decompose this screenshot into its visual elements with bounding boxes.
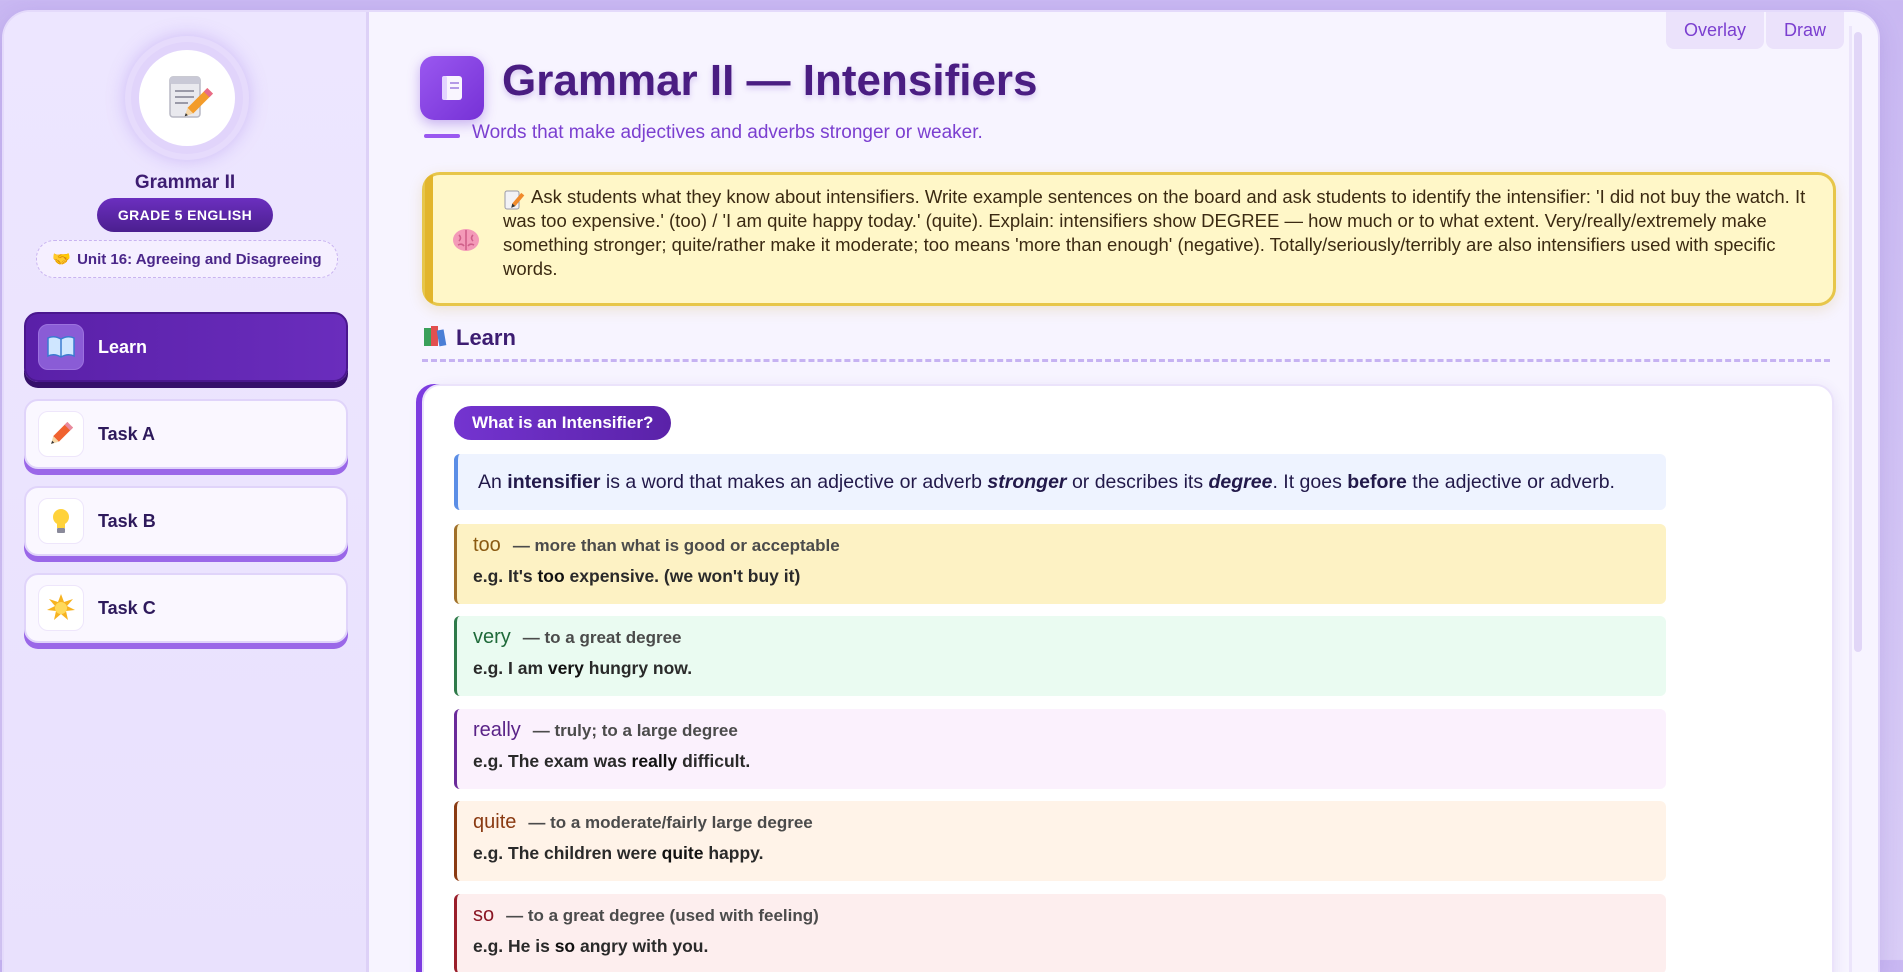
teacher-note: Ask students what they know about intens… (422, 172, 1836, 306)
draw-button[interactable]: Draw (1765, 12, 1844, 49)
definition-text: An intensifier is a word that makes an a… (478, 470, 1615, 493)
definition-box: An intensifier is a word that makes an a… (454, 454, 1666, 510)
intensifier-row-so: so — to a great degree (used with feeling… (454, 894, 1666, 972)
overlay-button[interactable]: Overlay (1665, 12, 1764, 49)
intensifier-row-very: very — to a great degree e.g. I am very h… (454, 616, 1666, 696)
intensifier-meaning: — more than what is good or acceptable (512, 536, 840, 555)
sidebar: Grammar II GRADE 5 ENGLISH 🤝 Unit 16: Ag… (4, 12, 369, 972)
learn-card: What is an Intensifier? An intensifier i… (422, 384, 1834, 972)
page-subtitle: Words that make adjectives and adverbs s… (472, 122, 983, 143)
section-title: Learn (456, 325, 516, 350)
intensifier-example: e.g. He is so angry with you. (473, 936, 709, 956)
main-content: Grammar II — Intensifiers Words that mak… (366, 12, 1856, 972)
card-heading: What is an Intensifier? (454, 406, 672, 440)
intensifier-row-too: too — more than what is good or acceptabl… (454, 524, 1666, 604)
intensifier-example: e.g. It's too expensive. (we won't buy i… (473, 566, 801, 586)
handshake-icon: 🤝 (52, 251, 72, 268)
nav-item-task-a[interactable]: Task A (24, 399, 348, 469)
intensifier-word: really (473, 719, 521, 741)
memo-icon (139, 50, 235, 146)
unit-badge: 🤝 Unit 16: Agreeing and Disagreeing (36, 240, 338, 278)
intensifier-example: e.g. The exam was really difficult. (473, 751, 751, 771)
intensifier-word: too (473, 534, 501, 556)
book-icon (38, 324, 84, 370)
unit-label: Unit 16: Agreeing and Disagreeing (77, 250, 322, 268)
app-window: Overlay Draw Grammar II GRADE 5 ENGLISH … (4, 12, 1878, 972)
nav-item-learn[interactable]: Learn (24, 312, 348, 382)
intensifier-example: e.g. The children were quite happy. (473, 843, 764, 863)
grade-badge: GRADE 5 ENGLISH (97, 198, 273, 232)
nav-item-task-b[interactable]: Task B (24, 486, 348, 556)
note-accent-bar (425, 175, 433, 303)
intensifier-meaning: — to a moderate/fairly large degree (528, 813, 813, 832)
sidebar-nav: Learn Task A Task B Task C (24, 312, 348, 660)
nav-label: Learn (98, 336, 148, 357)
unit-avatar (131, 42, 243, 154)
books-icon (422, 324, 448, 352)
brain-icon (451, 227, 481, 257)
nav-item-task-c[interactable]: Task C (24, 573, 348, 643)
intensifier-example: e.g. I am very hungry now. (473, 658, 693, 678)
unit-name: Grammar II (134, 172, 236, 193)
star-icon (38, 585, 84, 631)
intensifier-word: quite (473, 811, 517, 833)
nav-label: Task A (98, 423, 156, 444)
page-title: Grammar II — Intensifiers (502, 56, 1038, 105)
top-toolbar: Overlay Draw (1665, 12, 1844, 49)
intensifier-word: so (473, 904, 495, 926)
section-header: Learn (422, 324, 516, 352)
intensifier-row-really: really — truly; to a large degree e.g. Th… (454, 709, 1666, 789)
intensifier-meaning: — to a great degree (used with feeling) (506, 906, 819, 925)
intensifier-word: very (473, 626, 511, 648)
nav-label: Task B (98, 510, 156, 531)
nav-label: Task C (98, 597, 156, 618)
section-divider (422, 359, 1830, 362)
pencil-icon (38, 411, 84, 457)
notebook-icon (420, 56, 484, 120)
teacher-note-text: Ask students what they know about intens… (503, 186, 1806, 279)
lightbulb-icon (38, 498, 84, 544)
subtitle-accent (424, 134, 460, 138)
intensifier-row-quite: quite — to a moderate/fairly large degree… (454, 801, 1666, 881)
intensifier-meaning: — truly; to a large degree (532, 721, 738, 740)
intensifier-meaning: — to a great degree (522, 628, 682, 647)
